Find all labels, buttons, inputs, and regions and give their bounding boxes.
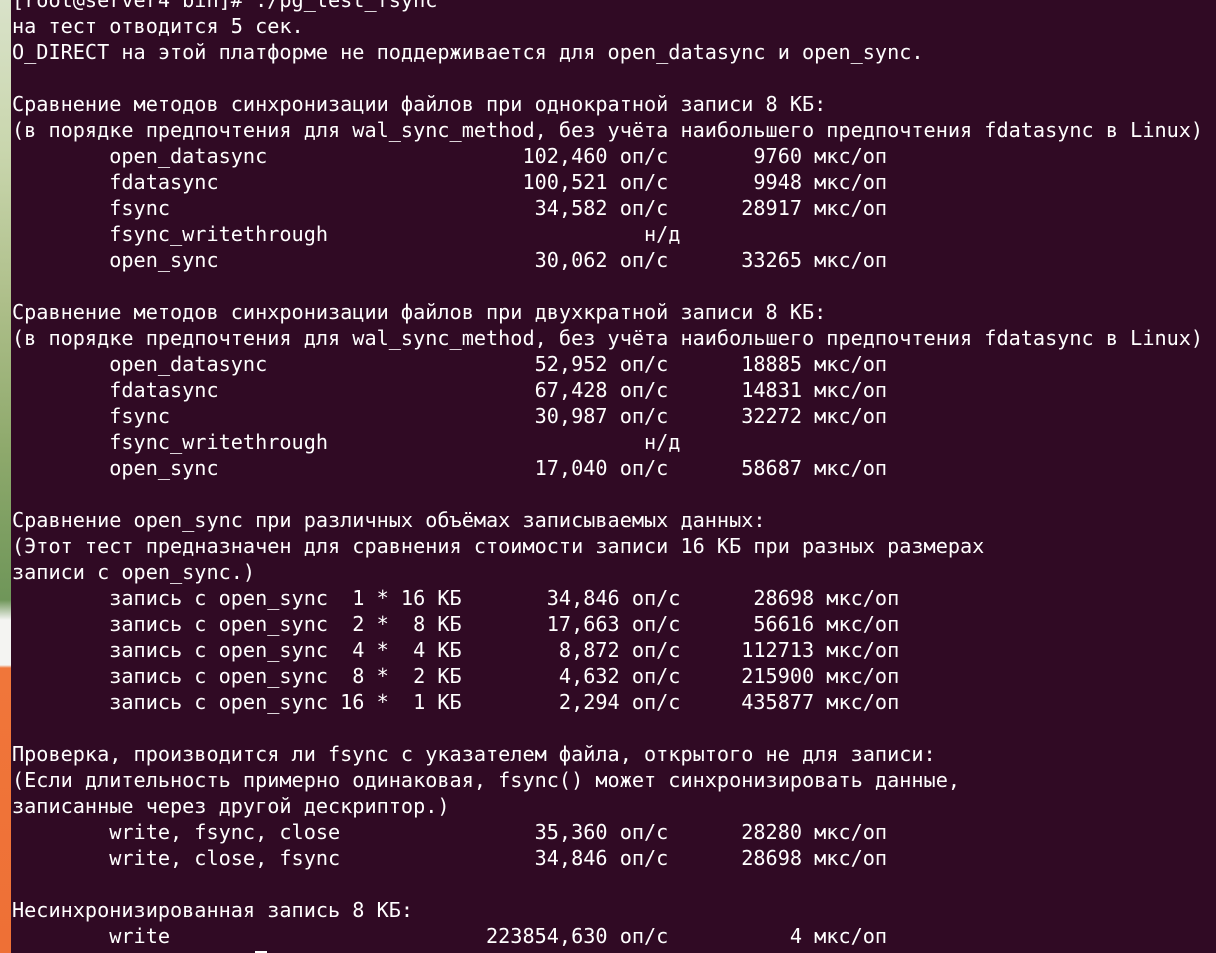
terminal-line: fdatasync 100,521 оп/с 9948 мкс/оп: [12, 170, 888, 194]
terminal-line: (Если длительность примерно одинаковая, …: [12, 768, 961, 792]
terminal-line: fdatasync 67,428 оп/с 14831 мкс/оп: [12, 378, 888, 402]
terminal-line: (в порядке предпочтения для wal_sync_met…: [12, 326, 1204, 350]
terminal-window[interactable]: [root@server4 bin]# ./pg_test_fsync на те…: [12, 0, 1216, 953]
terminal-output: [root@server4 bin]# ./pg_test_fsync на те…: [12, 0, 1216, 953]
terminal-line: fsync 30,987 оп/с 32272 мкс/оп: [12, 404, 888, 428]
terminal-line: запись с open_sync 2 * 8 КБ 17,663 оп/с …: [12, 612, 900, 636]
desktop-background-strip: [0, 0, 11, 953]
terminal-line: Сравнение методов синхронизации файлов п…: [12, 300, 827, 324]
terminal-line: записанные через другой дескриптор.): [12, 794, 450, 818]
terminal-line: (в порядке предпочтения для wal_sync_met…: [12, 118, 1204, 142]
terminal-line: (Этот тест предназначен для сравнения ст…: [12, 534, 985, 558]
terminal-line: O_DIRECT на этой платформе не поддержива…: [12, 40, 924, 64]
terminal-line: записи с open_sync.): [12, 560, 256, 584]
terminal-line: запись с open_sync 8 * 2 КБ 4,632 оп/с 2…: [12, 664, 900, 688]
screen: [root@server4 bin]# ./pg_test_fsync на те…: [0, 0, 1216, 953]
terminal-line: fsync 34,582 оп/с 28917 мкс/оп: [12, 196, 888, 220]
terminal-line: запись с open_sync 1 * 16 КБ 34,846 оп/с…: [12, 586, 900, 610]
terminal-line: fsync_writethrough н/д: [12, 430, 681, 454]
terminal-line: Несинхронизированная запись 8 КБ:: [12, 898, 414, 922]
terminal-line: запись с open_sync 16 * 1 КБ 2,294 оп/с …: [12, 690, 900, 714]
terminal-prompt-line[interactable]: [root@server4 bin]#: [12, 949, 1216, 953]
terminal-line: open_sync 30,062 оп/с 33265 мкс/оп: [12, 248, 888, 272]
terminal-line: [root@server4 bin]# ./pg_test_fsync: [12, 0, 438, 12]
terminal-line: запись с open_sync 4 * 4 КБ 8,872 оп/с 1…: [12, 638, 900, 662]
terminal-line: Проверка, производится ли fsync с указат…: [12, 742, 936, 766]
terminal-line: write, fsync, close 35,360 оп/с 28280 мк…: [12, 820, 888, 844]
terminal-line: write, close, fsync 34,846 оп/с 28698 мк…: [12, 846, 888, 870]
terminal-line: open_sync 17,040 оп/с 58687 мкс/оп: [12, 456, 888, 480]
terminal-line: open_datasync 52,952 оп/с 18885 мкс/оп: [12, 352, 888, 376]
terminal-line: Сравнение open_sync при различных объёма…: [12, 508, 766, 532]
terminal-line: на тест отводится 5 сек.: [12, 14, 304, 38]
terminal-line: open_datasync 102,460 оп/с 9760 мкс/оп: [12, 144, 888, 168]
terminal-line: fsync_writethrough н/д: [12, 222, 681, 246]
terminal-line: write 223854,630 оп/с 4 мкс/оп: [12, 924, 888, 948]
terminal-line: Сравнение методов синхронизации файлов п…: [12, 92, 827, 116]
